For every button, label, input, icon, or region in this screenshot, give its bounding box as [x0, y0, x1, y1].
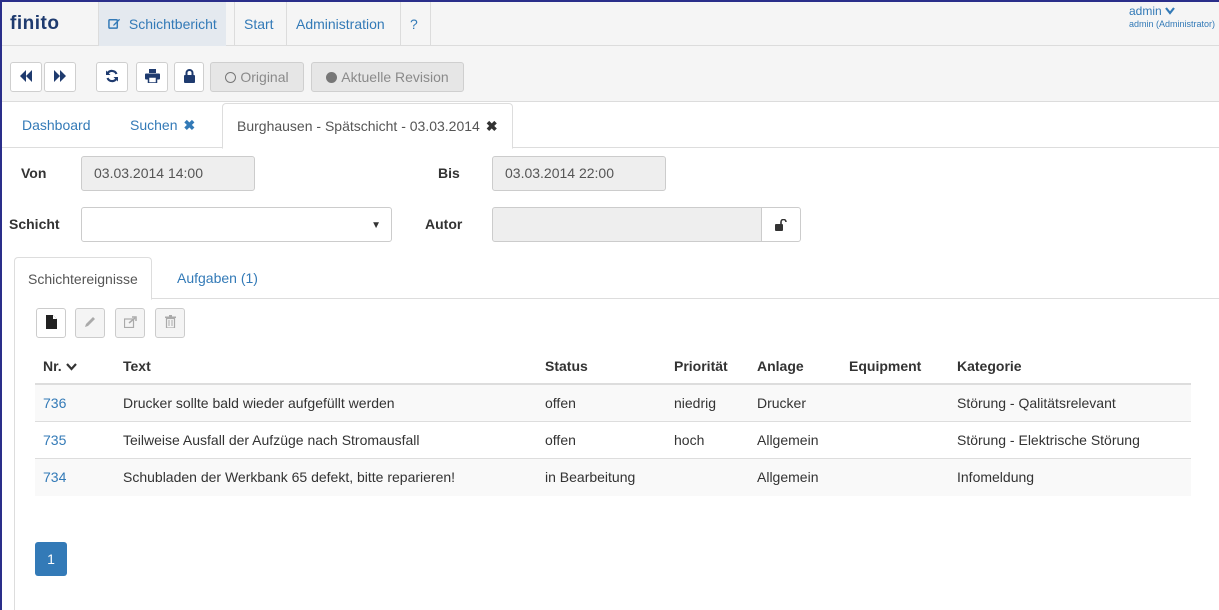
first-button[interactable]	[10, 62, 42, 92]
tab-burghausen[interactable]: Burghausen - Spätschicht - 03.03.2014 ✖	[222, 103, 513, 149]
new-entry-button[interactable]	[36, 308, 66, 338]
unlock-button[interactable]	[761, 207, 801, 242]
table-header: Nr. Text Status Priorität Anlage Equipme…	[35, 347, 1191, 385]
events-table: Nr. Text Status Priorität Anlage Equipme…	[35, 347, 1191, 496]
caret-down-icon: ▼	[371, 220, 381, 231]
table-row[interactable]: 736 Drucker sollte bald wieder aufgefüll…	[35, 385, 1191, 422]
schicht-select[interactable]: ▼	[81, 207, 392, 242]
col-equipment[interactable]: Equipment	[849, 347, 921, 385]
tab-suchen[interactable]: Suchen ✖	[130, 103, 195, 148]
trash-icon	[164, 315, 176, 331]
share-entry-button[interactable]	[115, 308, 145, 338]
von-label: Von	[21, 165, 47, 181]
row-kategorie: Störung - Qalitätsrelevant	[957, 395, 1116, 411]
autor-field[interactable]	[492, 207, 762, 242]
pencil-icon	[84, 315, 96, 331]
chevron-down-icon	[1165, 4, 1175, 18]
row-nr-link[interactable]: 736	[43, 385, 66, 422]
row-prioritaet: hoch	[674, 432, 705, 448]
user-name: admin	[1129, 4, 1162, 18]
close-icon[interactable]: ✖	[183, 117, 195, 133]
tab-schichtereignisse[interactable]: Schichtereignisse	[14, 257, 152, 300]
original-label: Original	[240, 69, 289, 85]
row-status: offen	[545, 395, 576, 411]
autor-label: Autor	[425, 216, 463, 232]
refresh-icon	[105, 69, 119, 86]
toolbar: Original Aktuelle Revision	[2, 46, 1219, 102]
tab-suchen-label: Suchen	[130, 117, 178, 133]
table-row[interactable]: 735 Teilweise Ausfall der Aufzüge nach S…	[35, 422, 1191, 459]
tab-burghausen-label: Burghausen - Spätschicht - 03.03.2014	[237, 118, 480, 134]
close-icon[interactable]: ✖	[486, 118, 498, 134]
file-icon	[45, 314, 57, 332]
print-button[interactable]	[136, 62, 168, 92]
row-text: Schubladen der Werkbank 65 defekt, bitte…	[123, 469, 456, 485]
nav-schichtbericht-label: Schichtbericht	[128, 16, 217, 32]
col-nr[interactable]: Nr.	[43, 347, 77, 385]
col-kategorie[interactable]: Kategorie	[957, 347, 1022, 385]
delete-entry-button[interactable]	[155, 308, 185, 338]
col-anlage[interactable]: Anlage	[757, 347, 804, 385]
top-navbar: finito Schichtbericht Start Administrati…	[2, 2, 1219, 46]
nav-administration[interactable]: Administration	[286, 2, 394, 46]
revision-button[interactable]: Aktuelle Revision	[311, 62, 464, 92]
user-role: admin (Administrator)	[1129, 19, 1216, 29]
share-icon	[123, 315, 137, 331]
bis-field[interactable]: 03.03.2014 22:00	[492, 156, 666, 191]
row-kategorie: Störung - Elektrische Störung	[957, 432, 1140, 448]
circle-outline-icon	[225, 71, 237, 83]
user-menu[interactable]: admin admin (Administrator)	[1129, 4, 1219, 44]
page-tabs: Dashboard Suchen ✖ Burghausen - Spätschic…	[2, 103, 1219, 149]
original-button[interactable]: Original	[210, 62, 304, 92]
tab-dashboard[interactable]: Dashboard	[22, 103, 91, 148]
row-nr-link[interactable]: 735	[43, 422, 66, 459]
brand-logo[interactable]: finito	[10, 2, 59, 46]
lock-button[interactable]	[174, 62, 204, 92]
row-text: Drucker sollte bald wieder aufgefüllt we…	[123, 395, 395, 411]
event-tabs: Schichtereignisse Aufgaben (1)	[14, 257, 1219, 300]
row-text: Teilweise Ausfall der Aufzüge nach Strom…	[123, 432, 420, 448]
col-status[interactable]: Status	[545, 347, 588, 385]
nav-divider	[430, 2, 431, 46]
row-status: offen	[545, 432, 576, 448]
row-anlage: Allgemein	[757, 469, 819, 485]
row-prioritaet: niedrig	[674, 395, 717, 411]
col-text[interactable]: Text	[123, 347, 151, 385]
edit-icon	[108, 16, 125, 32]
nav-schichtbericht[interactable]: Schichtbericht	[98, 2, 226, 46]
revision-label: Aktuelle Revision	[341, 69, 449, 85]
pagination-page-1[interactable]: 1	[35, 542, 67, 576]
row-anlage: Allgemein	[757, 432, 819, 448]
schicht-label: Schicht	[9, 216, 60, 232]
last-button[interactable]	[44, 62, 76, 92]
tab-aufgaben[interactable]: Aufgaben (1)	[164, 257, 271, 299]
fast-forward-icon	[53, 69, 67, 85]
von-field[interactable]: 03.03.2014 14:00	[81, 156, 255, 191]
bis-label: Bis	[438, 165, 460, 181]
row-nr-link[interactable]: 734	[43, 459, 66, 496]
col-nr-label: Nr.	[43, 358, 62, 374]
row-anlage: Drucker	[757, 395, 807, 411]
table-row[interactable]: 734 Schubladen der Werkbank 65 defekt, b…	[35, 459, 1191, 496]
col-prioritaet[interactable]: Priorität	[674, 347, 728, 385]
row-kategorie: Infomeldung	[957, 469, 1035, 485]
fast-backward-icon	[19, 69, 33, 85]
nav-help[interactable]: ?	[400, 2, 427, 46]
circle-filled-icon	[326, 71, 338, 83]
edit-entry-button[interactable]	[75, 308, 105, 338]
lock-icon	[183, 68, 195, 86]
refresh-button[interactable]	[96, 62, 128, 92]
nav-start[interactable]: Start	[234, 2, 283, 46]
row-status: in Bearbeitung	[545, 469, 636, 485]
unlock-icon	[775, 218, 787, 234]
chevron-down-icon	[65, 358, 77, 374]
print-icon	[144, 68, 160, 86]
